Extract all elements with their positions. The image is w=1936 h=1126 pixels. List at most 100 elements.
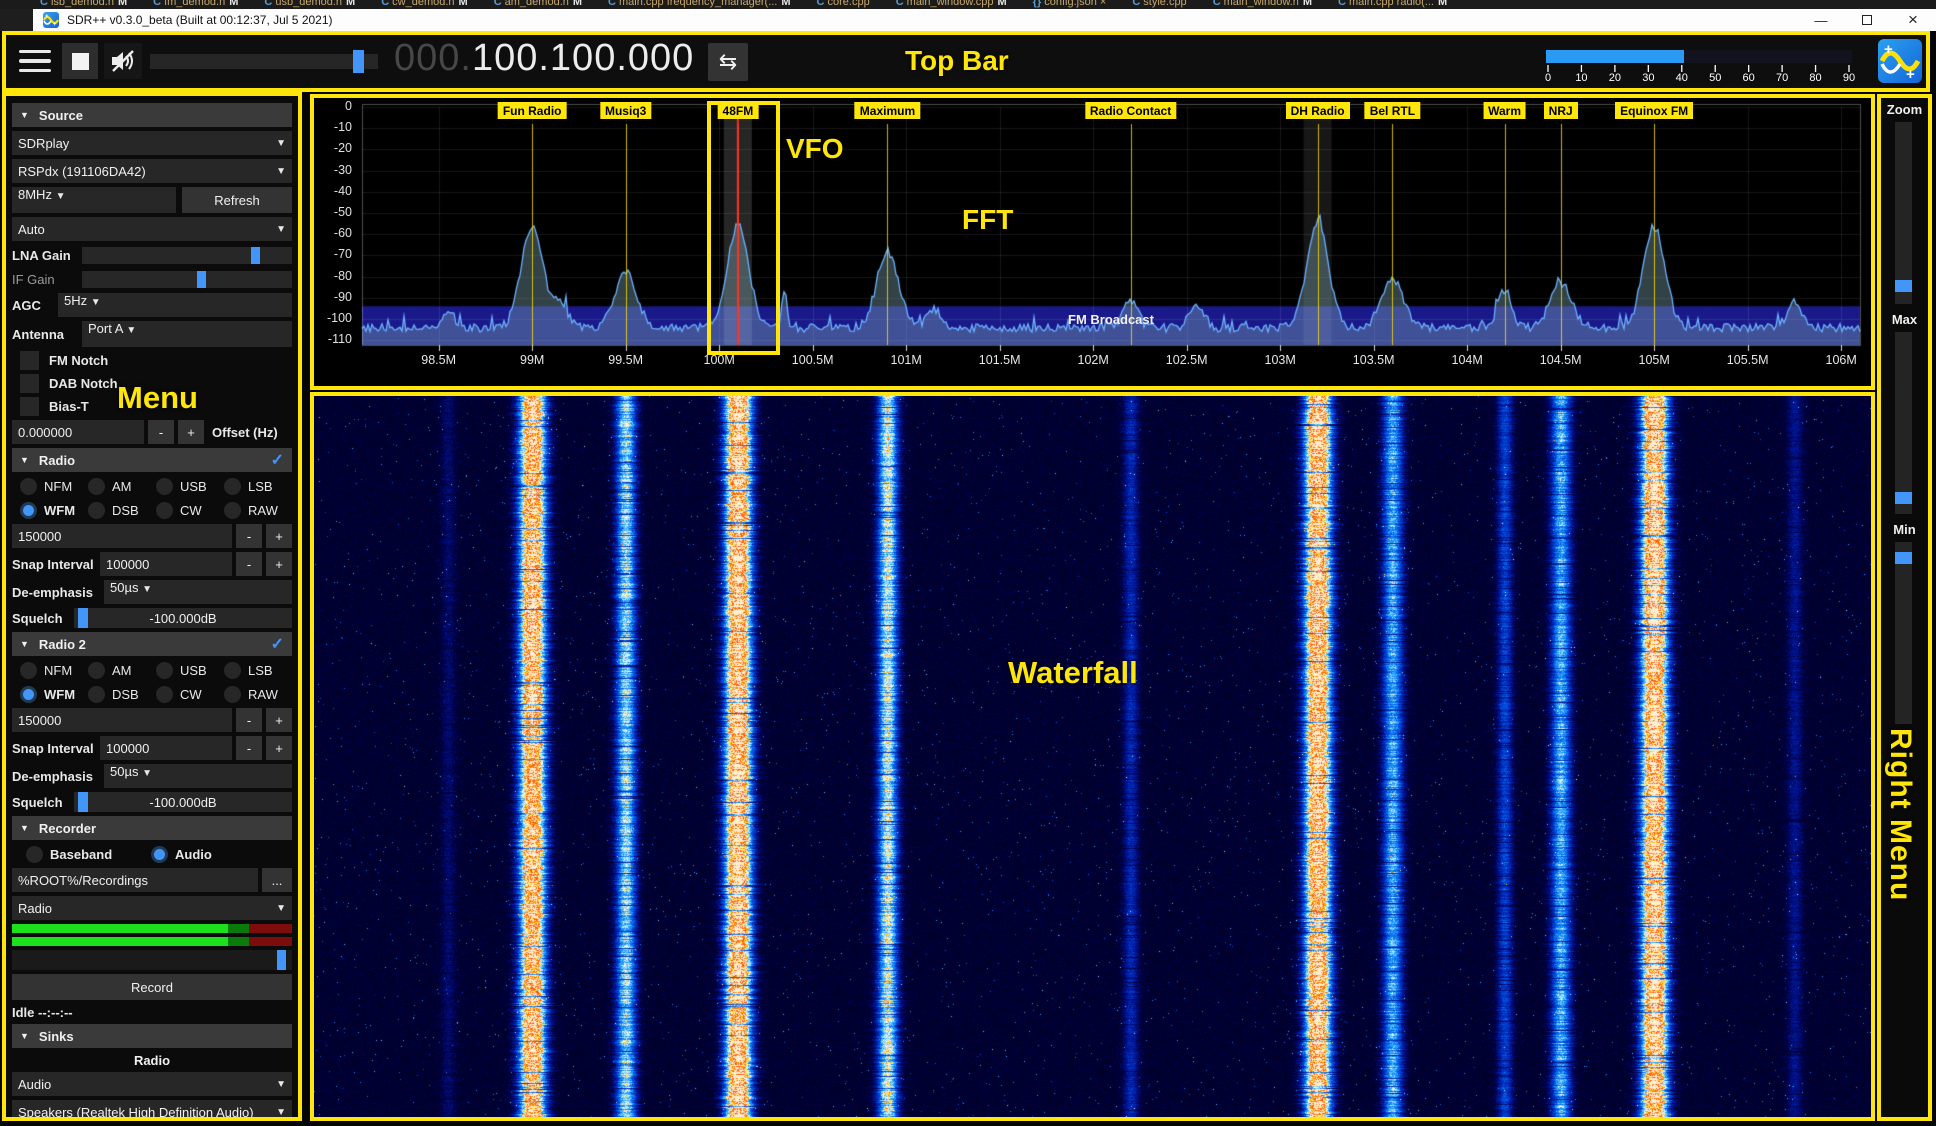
record-button[interactable]: Record [12,974,292,1000]
mode-usb[interactable]: USB [156,662,224,679]
bandwidth-select[interactable]: 8MHz ▼ [12,187,176,213]
mode-cw[interactable]: CW [156,502,224,519]
mode-am[interactable]: AM [88,478,156,495]
bias-t-checkbox[interactable] [20,397,39,416]
fft-plot-canvas[interactable] [314,98,1871,386]
close-button[interactable]: × [1890,9,1936,31]
snap-input[interactable]: 100000 [100,552,232,576]
station-label[interactable]: NRJ [1544,102,1578,119]
station-label[interactable]: Musiq3 [600,102,651,119]
snap-increment-button[interactable]: + [266,552,292,576]
sink-type-select[interactable]: Audio ▼ [12,1072,292,1096]
maximize-button[interactable] [1844,9,1890,31]
mode-dsb[interactable]: DSB [88,502,156,519]
vfo-swap-button[interactable]: ⇆ [708,43,748,81]
section-header-sinks[interactable]: ▼ Sinks [12,1024,292,1048]
minimize-button[interactable]: — [1798,9,1844,31]
ifmode-select[interactable]: Auto ▼ [12,217,292,241]
bandwidth-decrement-button[interactable]: - [236,524,262,548]
mute-button[interactable] [104,43,142,79]
offset-increment-button[interactable]: + [178,420,204,444]
radio2-bandwidth-input[interactable]: 150000 [12,708,232,732]
antenna-select[interactable]: Port A ▼ [82,321,292,347]
section-header-radio[interactable]: ▼ Radio ✓ [12,448,292,472]
browse-button[interactable]: ... [262,868,292,892]
if-gain-handle[interactable] [197,271,206,288]
stop-button[interactable] [62,43,98,79]
mode-raw[interactable]: RAW [224,502,292,519]
squelch-slider[interactable]: -100.000dB [74,608,292,628]
if-gain-slider[interactable] [82,271,292,288]
frequency-display[interactable]: 000.100.100.000 [394,37,694,80]
station-label[interactable]: Maximum [855,102,920,119]
recorder-mode-audio[interactable]: Audio [151,846,276,863]
mode-nfm[interactable]: NFM [20,478,88,495]
offset-input[interactable]: 0.000000 [12,420,144,444]
station-label[interactable]: Radio Contact [1085,102,1176,119]
snap-decrement-button[interactable]: - [236,552,262,576]
sink-device-select[interactable]: Speakers (Realtek High Definition Audio)… [12,1100,292,1117]
mode-dsb[interactable]: DSB [88,686,156,703]
zoom-slider-handle[interactable] [1895,280,1912,292]
snr-scale-tick-label: 60 [1743,72,1755,84]
lna-gain-slider[interactable] [82,247,292,264]
background-editor-tab: Cam_demod.hM [494,0,582,8]
deemphasis-select[interactable]: 50µs ▼ [104,580,292,604]
mode-wfm[interactable]: WFM [20,686,88,703]
recording-path-input[interactable]: %ROOT%/Recordings [12,868,258,892]
min-slider[interactable] [1895,542,1912,724]
mode-lsb[interactable]: LSB [224,478,292,495]
station-label[interactable]: Fun Radio [498,102,567,119]
recorder-stream-select[interactable]: Radio ▼ [12,896,292,920]
station-label[interactable]: 48FM [718,102,759,119]
radio-bandwidth-input[interactable]: 150000 [12,524,232,548]
bandwidth-increment-button[interactable]: + [266,708,292,732]
zoom-slider[interactable] [1895,122,1912,304]
dab-notch-checkbox[interactable] [20,374,39,393]
volume-slider[interactable] [150,54,378,69]
window-titlebar[interactable]: + + SDR++ v0.3.0_beta (Built at 00:12:37… [33,9,1936,31]
recorder-volume-handle[interactable] [277,950,286,970]
mode-am[interactable]: AM [88,662,156,679]
bandwidth-increment-button[interactable]: + [266,524,292,548]
max-slider[interactable] [1895,332,1912,514]
mode-raw[interactable]: RAW [224,686,292,703]
recorder-volume-slider[interactable] [12,950,292,970]
snap-increment-button[interactable]: + [266,736,292,760]
section-header-radio2[interactable]: ▼ Radio 2 ✓ [12,632,292,656]
source-device-select[interactable]: RSPdx (191106DA42) ▼ [12,159,292,183]
enabled-check-icon[interactable]: ✓ [271,634,284,654]
station-label[interactable]: DH Radio [1286,102,1350,119]
min-slider-handle[interactable] [1895,552,1912,564]
volume-slider-handle[interactable] [353,50,364,73]
recorder-mode-baseband[interactable]: Baseband [26,846,151,863]
squelch-slider[interactable]: -100.000dB [74,792,292,812]
section-header-recorder[interactable]: ▼ Recorder [12,816,292,840]
squelch-handle[interactable] [78,792,88,812]
squelch-handle[interactable] [78,608,88,628]
max-slider-handle[interactable] [1895,492,1912,504]
deemphasis-select[interactable]: 50µs ▼ [104,764,292,788]
snap-input[interactable]: 100000 [100,736,232,760]
mode-usb[interactable]: USB [156,478,224,495]
agc-select[interactable]: 5Hz ▼ [58,293,292,317]
refresh-button[interactable]: Refresh [182,187,292,213]
bandwidth-decrement-button[interactable]: - [236,708,262,732]
mode-lsb[interactable]: LSB [224,662,292,679]
offset-decrement-button[interactable]: - [148,420,174,444]
source-driver-select[interactable]: SDRplay ▼ [12,131,292,155]
mode-cw[interactable]: CW [156,686,224,703]
station-label[interactable]: Bel RTL [1365,102,1420,119]
mode-wfm[interactable]: WFM [20,502,88,519]
station-label[interactable]: Warm [1483,102,1526,119]
menu-toggle-button[interactable] [16,41,54,81]
station-label[interactable]: Equinox FM [1615,102,1693,119]
mode-nfm[interactable]: NFM [20,662,88,679]
snap-decrement-button[interactable]: - [236,736,262,760]
enabled-check-icon[interactable]: ✓ [271,450,284,470]
sdrpp-logo-button[interactable]: + + [1878,39,1922,83]
section-header-source[interactable]: ▼ Source [12,103,292,127]
fm-notch-checkbox[interactable] [20,351,39,370]
lna-gain-handle[interactable] [251,247,260,264]
waterfall-canvas[interactable] [314,396,1871,1121]
